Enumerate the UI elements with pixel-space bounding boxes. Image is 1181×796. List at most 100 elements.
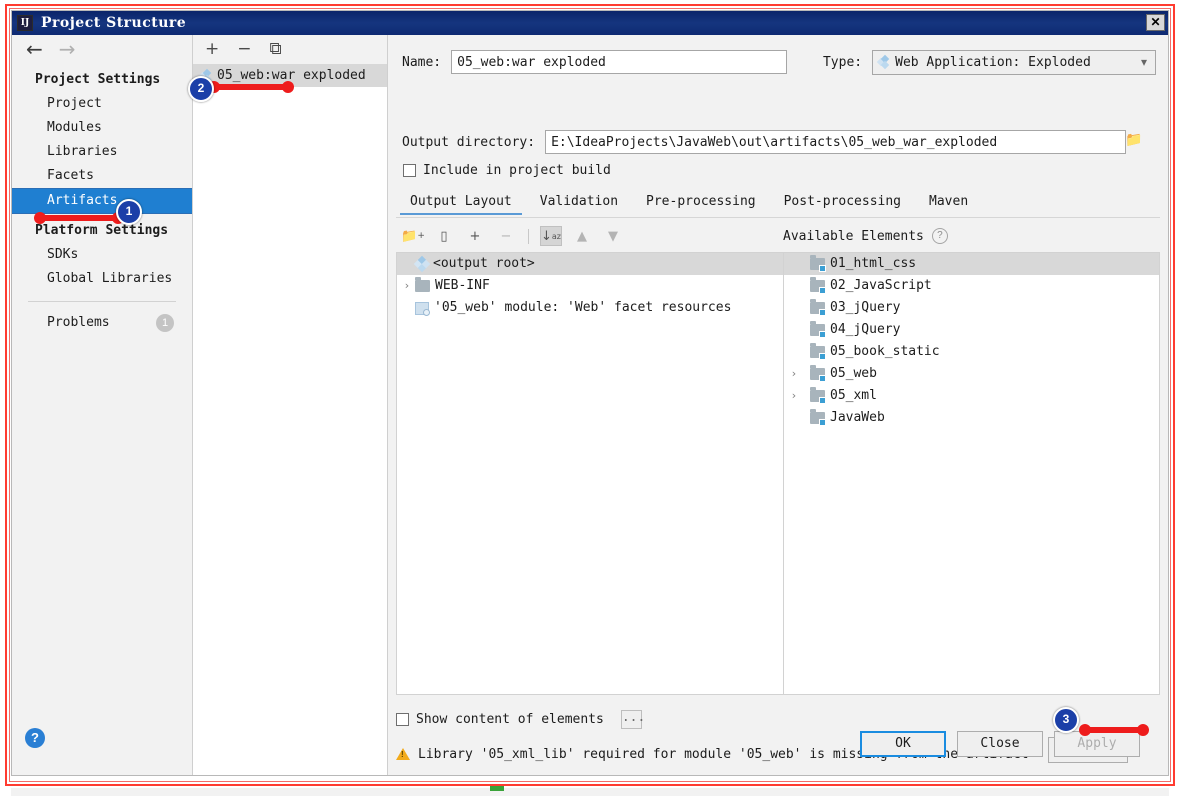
tab-post-processing[interactable]: Post-processing — [770, 192, 915, 214]
tab-maven[interactable]: Maven — [915, 192, 982, 214]
close-button[interactable]: Close — [957, 731, 1043, 757]
available-row-label: 04_jQuery — [830, 319, 900, 341]
sidebar-item-artifacts[interactable]: Artifacts — [12, 188, 192, 214]
back-arrow-icon[interactable]: ← — [26, 39, 43, 59]
available-row-05-web[interactable]: › 05_web — [784, 363, 1159, 385]
chevron-right-icon[interactable]: › — [786, 363, 802, 385]
available-elements-header: Available Elements ? — [783, 223, 948, 249]
available-row-01-html-css[interactable]: 01_html_css — [784, 253, 1159, 275]
move-up-icon[interactable]: ▲ — [571, 226, 593, 246]
sidebar-item-global-libraries[interactable]: Global Libraries — [12, 267, 192, 291]
sidebar-group-platform-settings: Platform Settings SDKs Global Libraries — [12, 214, 192, 291]
add-icon[interactable]: + — [464, 226, 486, 246]
sidebar-item-libraries[interactable]: Libraries — [12, 140, 192, 164]
problems-count-badge: 1 — [156, 314, 174, 332]
available-row-05-xml[interactable]: › 05_xml — [784, 385, 1159, 407]
close-icon[interactable]: ✕ — [1146, 14, 1165, 31]
project-structure-dialog: IJ Project Structure ✕ ← → Project Setti… — [11, 10, 1169, 776]
window-title: Project Structure — [41, 15, 186, 31]
settings-sidebar: ← → Project Settings Project Modules Lib… — [12, 35, 193, 775]
folder-browse-icon[interactable]: 📁 — [1125, 132, 1144, 148]
help-icon[interactable]: ? — [25, 728, 45, 748]
sidebar-item-facets[interactable]: Facets — [12, 164, 192, 188]
sidebar-divider — [28, 301, 176, 302]
artifact-editor-panel: Name: Type: Web Application: Exploded ▾ … — [388, 35, 1168, 775]
intellij-idea-icon: IJ — [17, 15, 33, 31]
include-in-build-row[interactable]: Include in project build — [403, 163, 611, 178]
tree-row-web-inf[interactable]: › WEB-INF — [397, 275, 783, 297]
sidebar-item-project[interactable]: Project — [12, 92, 192, 116]
available-row-label: JavaWeb — [830, 407, 885, 429]
chevron-right-icon[interactable]: › — [786, 385, 802, 407]
ok-button[interactable]: OK — [860, 731, 946, 757]
chevron-down-icon: ▾ — [1141, 55, 1147, 69]
tree-row-facet-resources[interactable]: '05_web' module: 'Web' facet resources — [397, 297, 783, 319]
module-folder-icon — [810, 412, 825, 424]
forward-arrow-icon[interactable]: → — [59, 39, 76, 59]
include-in-build-checkbox[interactable] — [403, 164, 416, 177]
remove-icon[interactable]: − — [495, 226, 517, 246]
module-folder-icon — [810, 302, 825, 314]
sidebar-heading-project-settings: Project Settings — [12, 67, 192, 92]
app-icon-text: IJ — [18, 16, 32, 30]
annotation-badge-2: 2 — [188, 76, 214, 102]
window-bottom-strip — [11, 788, 1169, 796]
navigation-arrows: ← → — [12, 35, 192, 63]
artifact-type-value: Web Application: Exploded — [895, 55, 1091, 70]
artifact-type-select[interactable]: Web Application: Exploded ▾ — [872, 50, 1156, 75]
show-content-row[interactable]: Show content of elements ... — [396, 710, 642, 729]
add-library-icon[interactable]: ▯ — [433, 226, 455, 246]
tree-row-label: WEB-INF — [435, 275, 490, 297]
move-down-icon[interactable]: ▼ — [602, 226, 624, 246]
apply-button: Apply — [1054, 731, 1140, 757]
sidebar-item-modules[interactable]: Modules — [12, 116, 192, 140]
artifacts-list-panel: + − ⧉ 05_web:war exploded — [193, 35, 388, 775]
plus-icon[interactable]: + — [205, 41, 219, 58]
tab-validation[interactable]: Validation — [526, 192, 632, 214]
available-row-javaweb[interactable]: JavaWeb — [784, 407, 1159, 429]
show-content-checkbox[interactable] — [396, 713, 409, 726]
sort-alphabetically-icon[interactable]: ↓az — [540, 226, 562, 246]
copy-icon[interactable]: ⧉ — [270, 41, 282, 58]
editor-tabs: Output Layout Validation Pre-processing … — [396, 192, 1160, 218]
module-folder-icon — [810, 280, 825, 292]
module-folder-icon — [810, 346, 825, 358]
available-row-label: 01_html_css — [830, 253, 916, 275]
warning-icon — [396, 748, 410, 760]
sidebar-item-problems[interactable]: Problems 1 — [12, 312, 192, 334]
tab-pre-processing[interactable]: Pre-processing — [632, 192, 770, 214]
available-row-02-javascript[interactable]: 02_JavaScript — [784, 275, 1159, 297]
output-directory-input[interactable] — [545, 130, 1126, 154]
chevron-right-icon[interactable]: › — [399, 275, 415, 297]
sidebar-item-sdks[interactable]: SDKs — [12, 243, 192, 267]
include-in-build-label: Include in project build — [423, 163, 611, 178]
available-row-05-book-static[interactable]: 05_book_static — [784, 341, 1159, 363]
available-row-03-jquery[interactable]: 03_jQuery — [784, 297, 1159, 319]
progress-indicator — [490, 786, 504, 791]
sidebar-group-project-settings: Project Settings Project Modules Librari… — [12, 63, 192, 214]
help-icon[interactable]: ? — [932, 228, 948, 244]
available-row-04-jquery[interactable]: 04_jQuery — [784, 319, 1159, 341]
available-row-label: 02_JavaScript — [830, 275, 932, 297]
dialog-button-bar: OK Close Apply — [860, 731, 1140, 757]
add-directory-icon[interactable]: 📁+ — [402, 226, 424, 246]
tree-row-output-root[interactable]: <output root> — [397, 253, 783, 275]
tree-row-label: '05_web' module: 'Web' facet resources — [434, 297, 731, 319]
output-layout-tree[interactable]: <output root> › WEB-INF '05_web' module:… — [396, 252, 783, 695]
title-bar: IJ Project Structure ✕ — [12, 11, 1168, 35]
output-layout-toolbar: 📁+ ▯ + − ↓az ▲ ▼ — [396, 223, 782, 249]
annotation-badge-1: 1 — [116, 199, 142, 225]
problems-label: Problems — [47, 315, 110, 330]
available-row-label: 05_book_static — [830, 341, 940, 363]
artifact-name-input[interactable] — [451, 50, 787, 74]
minus-icon[interactable]: − — [237, 41, 251, 58]
output-directory-row: Output directory: 📁 — [402, 129, 1156, 155]
name-label: Name: — [402, 55, 441, 70]
available-row-label: 05_web — [830, 363, 877, 385]
tab-output-layout[interactable]: Output Layout — [396, 192, 526, 214]
facet-icon — [415, 302, 429, 315]
available-elements-tree[interactable]: 01_html_css 02_JavaScript 03_jQuery — [783, 252, 1160, 695]
output-directory-label: Output directory: — [402, 135, 535, 150]
tree-row-label: <output root> — [433, 253, 535, 275]
more-options-button[interactable]: ... — [621, 710, 642, 729]
